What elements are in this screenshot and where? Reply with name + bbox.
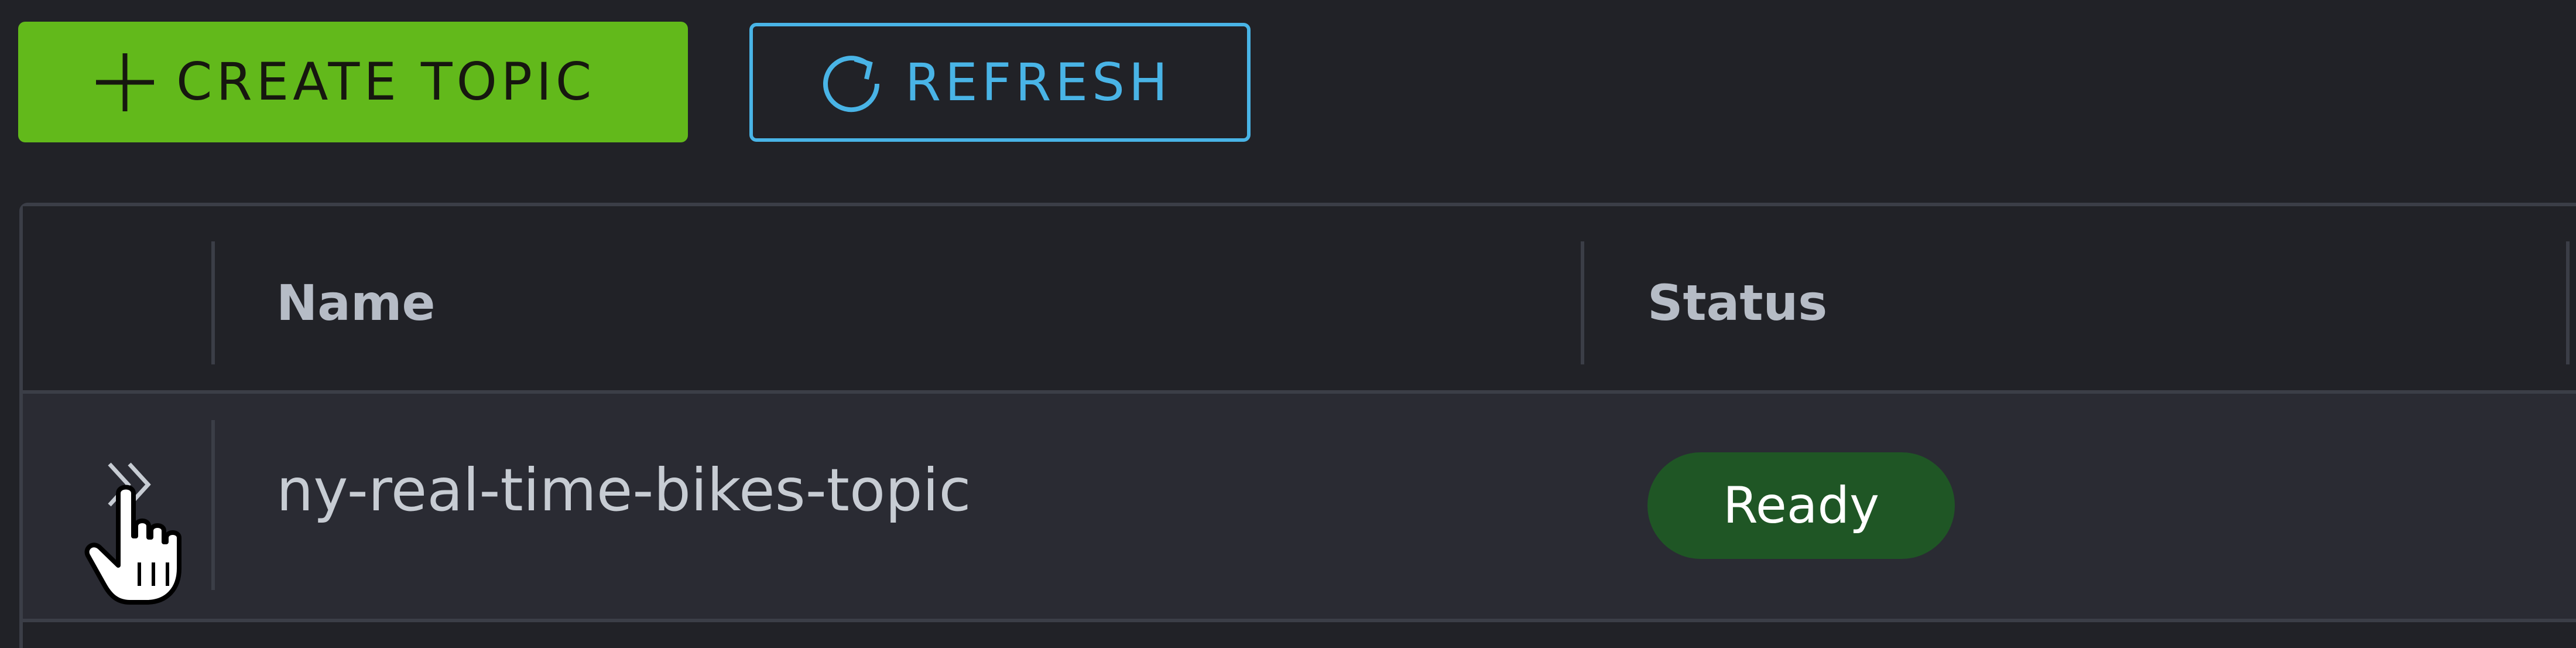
column-separator	[211, 420, 215, 590]
hand-pointer-cursor-icon	[82, 480, 184, 606]
refresh-icon	[818, 51, 884, 117]
refresh-label: REFRESH	[905, 52, 1172, 112]
column-separator	[211, 241, 215, 364]
column-header-status[interactable]: Status	[1647, 274, 1827, 332]
table-header: Name Status	[23, 206, 2576, 394]
topic-name[interactable]: ny-real-time-bikes-topic	[276, 452, 971, 528]
create-topic-label: CREATE TOPIC	[176, 52, 596, 112]
plus-icon	[91, 49, 159, 116]
column-separator	[1581, 241, 1584, 364]
refresh-button[interactable]: REFRESH	[749, 23, 1251, 142]
table-row[interactable]: ny-real-time-bikes-topic Ready	[23, 394, 2576, 622]
column-separator	[2566, 241, 2570, 364]
column-header-name[interactable]: Name	[276, 274, 435, 332]
create-topic-button[interactable]: CREATE TOPIC	[18, 22, 688, 142]
topics-table: Name Status ny-real-time-bikes-topic Rea…	[19, 203, 2576, 648]
status-badge: Ready	[1647, 452, 1955, 559]
toolbar: CREATE TOPIC REFRESH	[0, 0, 2576, 176]
